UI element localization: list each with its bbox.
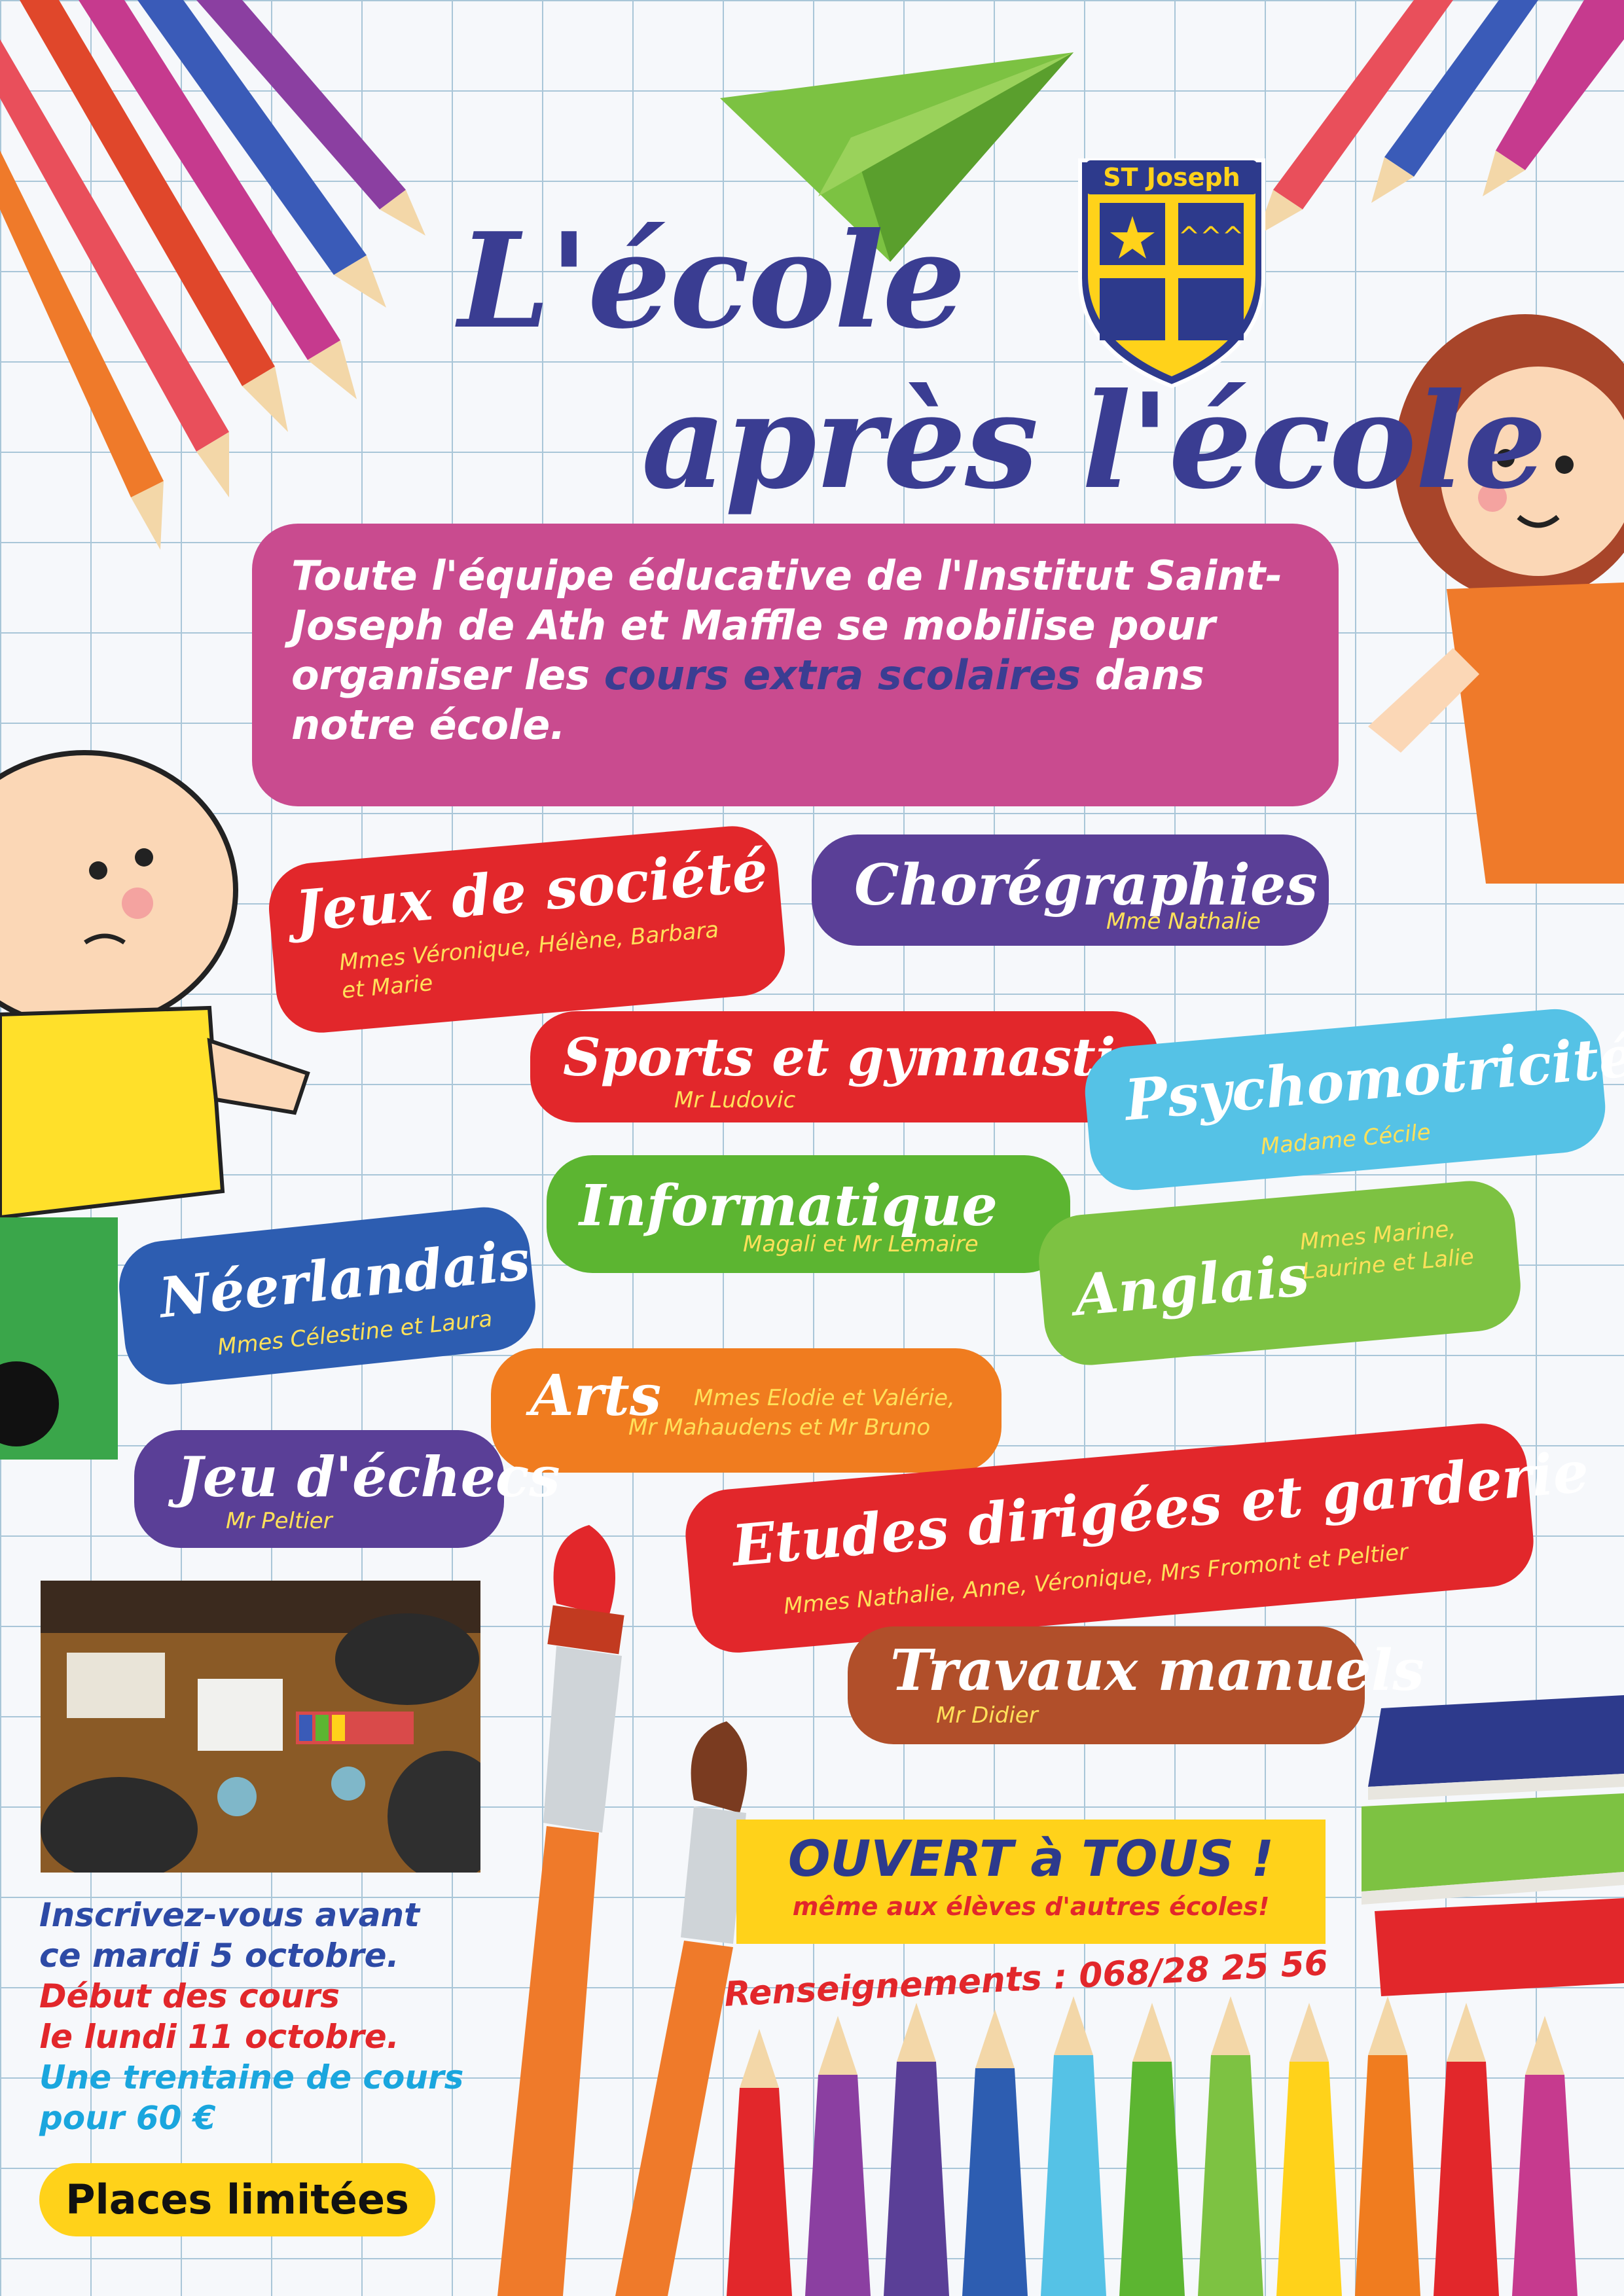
activity-travaux-manuels: Travaux manuels Mr Didier bbox=[848, 1626, 1424, 1744]
activity-arts: Arts Mmes Elodie et Valérie, Mr Mahauden… bbox=[491, 1348, 1001, 1473]
activity-neerlandais: Néerlandais Mmes Célestine et Laura bbox=[115, 1202, 540, 1390]
pencils-bottom-illustration bbox=[727, 1996, 1578, 2296]
price-line-2: pour 60 € bbox=[39, 2099, 216, 2137]
activity-sports-et-gymnastique: Sports et gymnastique Mr Ludovic bbox=[530, 1011, 1223, 1122]
pencils-top-left-illustration bbox=[0, 0, 425, 550]
start-line-1: Début des cours bbox=[39, 1977, 340, 2015]
activity-choregraphies: Chorégraphies Mme Nathalie bbox=[812, 834, 1329, 946]
ouvert-title: OUVERT à TOUS ! bbox=[787, 1829, 1274, 1888]
activity-name: Jeu d'échecs bbox=[177, 1444, 560, 1509]
activity-teachers: Mr Ludovic bbox=[674, 1087, 796, 1113]
activity-anglais: Anglais Mmes Marine, Laurine et Lalie bbox=[1035, 1177, 1525, 1369]
books-illustration bbox=[1362, 1695, 1624, 1996]
page-title-line-2: après l'école bbox=[641, 365, 1547, 518]
svg-text:^^^: ^^^ bbox=[1178, 222, 1244, 252]
activity-name: Travaux manuels bbox=[890, 1638, 1424, 1704]
contact-phone: Renseignements : 068/28 25 56 bbox=[723, 1943, 1329, 2015]
activity-jeux-de-societe: Jeux de société Mmes Véronique, Hélène, … bbox=[265, 822, 789, 1037]
activity-name: Informatique bbox=[579, 1173, 998, 1239]
activity-teachers: Mr Peltier bbox=[226, 1508, 333, 1534]
activity-informatique: Informatique Magali et Mr Lemaire bbox=[547, 1155, 1070, 1273]
activity-teachers: Mme Nathalie bbox=[1106, 908, 1261, 935]
logo-label: ST Joseph bbox=[1087, 160, 1257, 194]
page-title-line-1: L'école bbox=[458, 204, 965, 358]
activity-name: Chorégraphies bbox=[854, 852, 1318, 918]
signup-line-1: Inscrivez-vous avant bbox=[39, 1896, 420, 1934]
activity-teachers: Madame Cécile bbox=[1259, 1119, 1432, 1160]
activity-teachers-line-2: Mr Mahaudens et Mr Bruno bbox=[628, 1414, 931, 1441]
signup-line-2: ce mardi 5 octobre. bbox=[39, 1937, 399, 1975]
activity-teachers: Mmes Elodie et Valérie, bbox=[694, 1385, 955, 1411]
activity-name: Anglais bbox=[1072, 1242, 1312, 1329]
activity-teachers: Mr Didier bbox=[936, 1702, 1038, 1729]
intro-highlight: cours extra scolaires bbox=[604, 651, 1081, 699]
children-crafts-photo bbox=[41, 1581, 480, 1873]
ball-decoration bbox=[0, 1361, 59, 1446]
intro-box: Toute l'équipe éducative de l'Institut S… bbox=[252, 524, 1339, 806]
ouvert-a-tous-banner: OUVERT à TOUS ! même aux élèves d'autres… bbox=[736, 1820, 1326, 1944]
start-line-2: le lundi 11 octobre. bbox=[39, 2018, 399, 2056]
activity-name: Psychomotricité bbox=[1122, 1023, 1624, 1134]
activity-jeu-d-echecs: Jeu d'échecs Mr Peltier bbox=[134, 1430, 560, 1548]
school-logo: ^^^ ST Joseph bbox=[1074, 141, 1270, 389]
activity-teachers: Magali et Mr Lemaire bbox=[743, 1231, 979, 1257]
ouvert-subtitle: même aux élèves d'autres écoles! bbox=[792, 1892, 1270, 1921]
pencils-top-right-illustration bbox=[1257, 0, 1624, 236]
price-line-1: Une trentaine de cours bbox=[39, 2058, 464, 2096]
places-limitees-badge: Places limitées bbox=[39, 2163, 435, 2236]
